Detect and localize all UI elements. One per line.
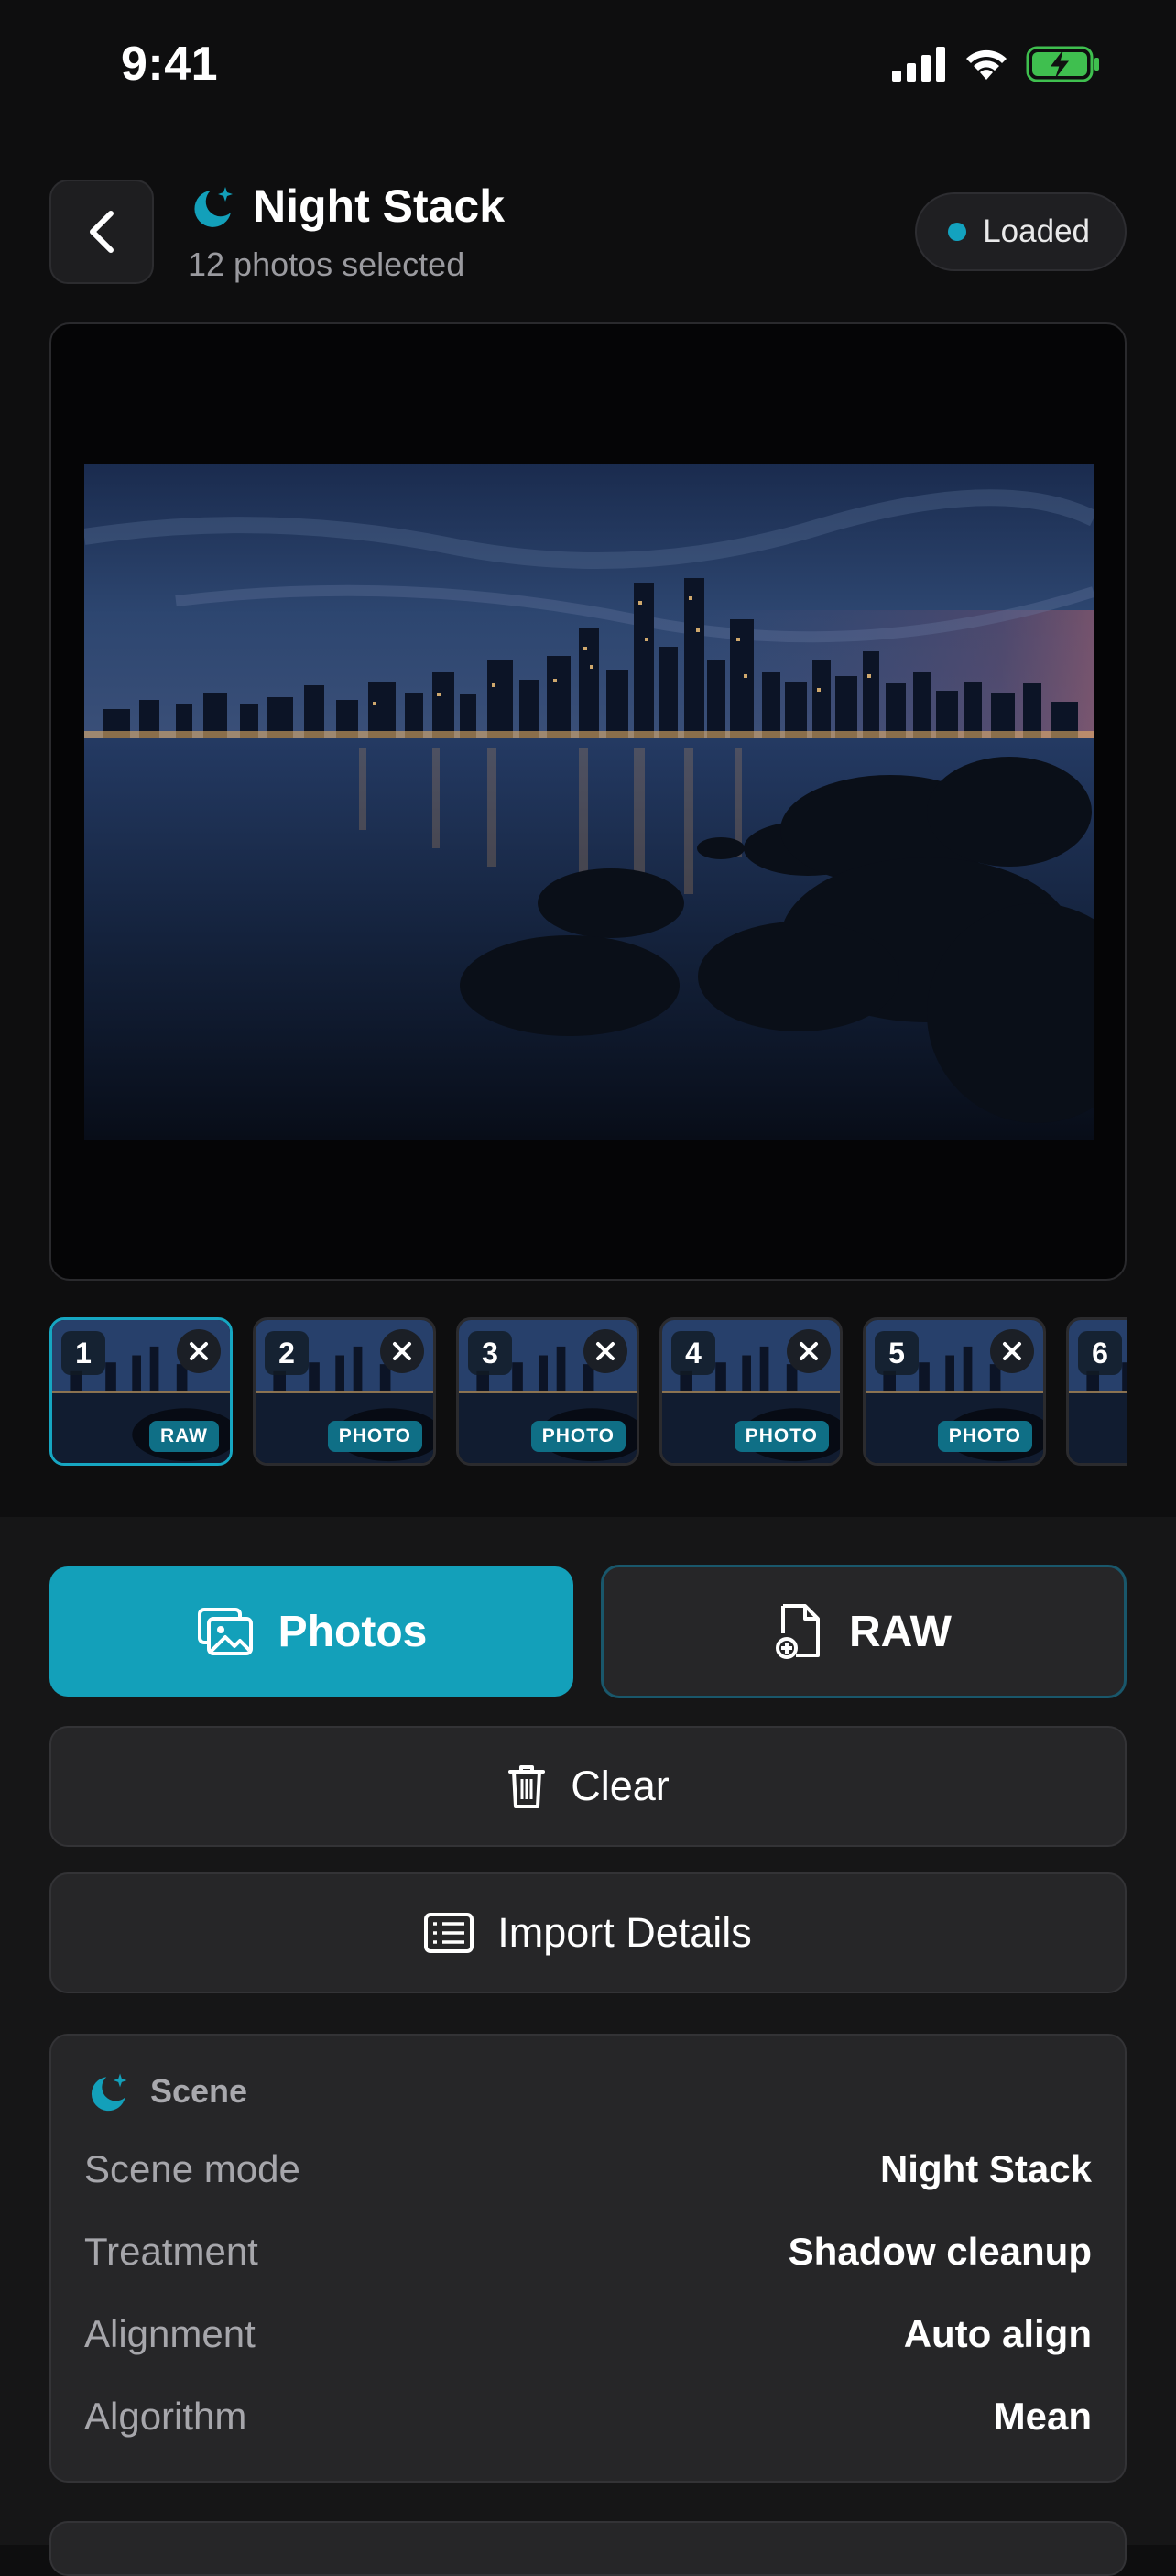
back-button[interactable] — [49, 180, 154, 284]
thumbnail-number: 6 — [1078, 1331, 1122, 1375]
thumbnail-number: 2 — [265, 1331, 309, 1375]
status-dot-icon — [948, 223, 967, 241]
photos-icon — [197, 1608, 253, 1655]
scene-row-value[interactable]: Mean — [994, 2395, 1092, 2439]
thumbnail-6[interactable]: 6 — [1066, 1317, 1127, 1466]
clear-button[interactable]: Clear — [49, 1726, 1127, 1847]
thumbnail-1[interactable]: 1 RAW — [49, 1317, 233, 1466]
close-icon — [800, 1342, 818, 1360]
close-icon — [393, 1342, 411, 1360]
scene-row: Scene mode Night Stack — [84, 2147, 1092, 2191]
scene-row-key: Alignment — [84, 2312, 256, 2355]
scene-row-key: Treatment — [84, 2230, 258, 2273]
scene-row: Treatment Shadow cleanup — [84, 2230, 1092, 2274]
import-details-button[interactable]: Import Details — [49, 1872, 1127, 1993]
status-label: Loaded — [983, 213, 1090, 249]
add-photos-label: Photos — [278, 1607, 428, 1656]
scene-title: Scene — [150, 2072, 248, 2110]
chevron-left-icon — [90, 211, 114, 253]
remove-thumbnail-button[interactable] — [177, 1329, 221, 1373]
add-photos-button[interactable]: Photos — [49, 1566, 573, 1697]
thumbnail-type-badge: PHOTO — [937, 1421, 1032, 1452]
thumbnail-strip[interactable]: 1 RAW 2 PHOTO 3 PHOTO 4 PHOTO 5 PHOTO 6 — [49, 1317, 1127, 1468]
scene-row-key: Algorithm — [84, 2395, 247, 2438]
scene-row: Algorithm Mean — [84, 2395, 1092, 2439]
scene-card: Scene Scene mode Night Stack Treatment S… — [49, 2034, 1127, 2483]
title-row: Night Stack — [189, 180, 505, 233]
preview-image[interactable] — [84, 464, 1094, 1140]
thumbnail-4[interactable]: 4 PHOTO — [659, 1317, 843, 1466]
remove-thumbnail-button[interactable] — [583, 1329, 627, 1373]
remove-thumbnail-button[interactable] — [380, 1329, 424, 1373]
wifi-icon — [966, 49, 1007, 80]
thumbnail-number: 5 — [875, 1331, 919, 1375]
moon-stars-icon — [91, 2073, 127, 2112]
thumbnail-type-badge: PHOTO — [734, 1421, 829, 1452]
remove-thumbnail-button[interactable] — [990, 1329, 1034, 1373]
import-details-label: Import Details — [497, 1909, 752, 1956]
status-badge: Loaded — [915, 192, 1127, 271]
thumbnail-5[interactable]: 5 PHOTO — [863, 1317, 1046, 1466]
file-add-icon — [776, 1604, 820, 1659]
close-icon — [596, 1342, 615, 1360]
trash-icon — [508, 1765, 546, 1808]
scene-row-value[interactable]: Night Stack — [880, 2147, 1092, 2191]
cellular-signal-icon — [892, 47, 945, 82]
status-icons — [892, 46, 1101, 82]
clear-label: Clear — [571, 1763, 670, 1809]
moon-stars-icon — [194, 187, 233, 227]
thumbnail-type-badge: RAW — [149, 1421, 219, 1452]
scene-row: Alignment Auto align — [84, 2312, 1092, 2356]
preview-frame — [49, 322, 1127, 1281]
status-time: 9:41 — [121, 38, 219, 91]
list-details-icon — [424, 1913, 474, 1953]
scene-row-value[interactable]: Shadow cleanup — [789, 2230, 1092, 2274]
thumbnail-number: 3 — [468, 1331, 512, 1375]
thumbnail-type-badge: PHOTO — [327, 1421, 422, 1452]
scene-row-value[interactable]: Auto align — [904, 2312, 1092, 2356]
thumbnail-number: 4 — [671, 1331, 715, 1375]
remove-thumbnail-button[interactable] — [787, 1329, 831, 1373]
thumbnail-3[interactable]: 3 PHOTO — [456, 1317, 639, 1466]
thumbnail-type-badge: PHOTO — [530, 1421, 626, 1452]
page-subtitle: 12 photos selected — [188, 246, 465, 283]
battery-charging-icon — [1026, 46, 1099, 82]
add-raw-button[interactable]: RAW — [601, 1565, 1127, 1698]
close-icon — [1003, 1342, 1021, 1360]
scene-row-key: Scene mode — [84, 2147, 300, 2190]
scene-header: Scene — [86, 2068, 247, 2114]
next-card — [49, 2521, 1127, 2576]
add-raw-label: RAW — [849, 1607, 952, 1656]
thumbnail-number: 1 — [61, 1331, 105, 1375]
close-icon — [190, 1342, 208, 1360]
page-title: Night Stack — [253, 180, 506, 232]
thumbnail-2[interactable]: 2 PHOTO — [253, 1317, 436, 1466]
